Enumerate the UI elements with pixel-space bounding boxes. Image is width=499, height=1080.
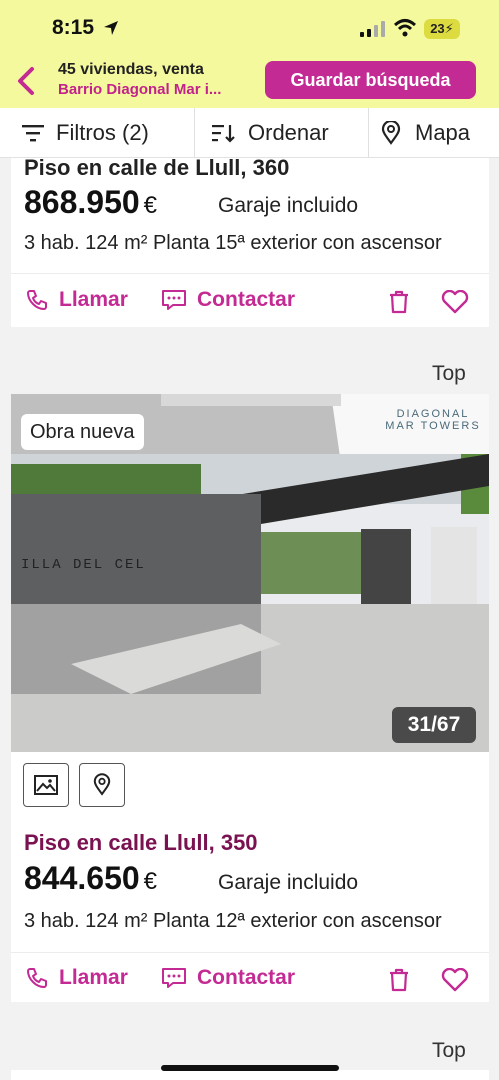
map-button[interactable]: Mapa [381, 108, 470, 158]
building-sign: ILLA DEL CEL [21, 557, 146, 573]
listing-card[interactable] [11, 1070, 489, 1080]
listing-specs: 3 hab. 124 m² Planta 15ª exterior con as… [24, 232, 442, 254]
map-pin-icon [93, 773, 111, 796]
sort-icon [212, 125, 235, 143]
phone-icon [27, 968, 47, 988]
order-label: Ordenar [248, 120, 329, 145]
currency-symbol: € [143, 192, 158, 219]
photos-button[interactable] [23, 763, 69, 807]
call-button[interactable]: Llamar [25, 966, 128, 990]
listing-photo[interactable]: ILLA DEL CEL DIAGONAL MAR TOWERS Obra nu… [11, 394, 489, 752]
chat-icon [162, 968, 186, 988]
filter-toolbar: Filtros (2) Ordenar Mapa [0, 108, 499, 158]
trash-icon[interactable] [388, 968, 410, 992]
garage-label: Garaje incluido [218, 871, 359, 894]
home-indicator [161, 1065, 339, 1071]
location-button[interactable] [79, 763, 125, 807]
listing-specs: 3 hab. 124 m² Planta 12ª exterior con as… [24, 910, 442, 932]
listing-title[interactable]: Piso en calle Llull, 350 [24, 830, 258, 856]
phone-icon [27, 290, 47, 310]
price-value: 844.650 [24, 860, 140, 896]
toolbar-divider [368, 108, 369, 158]
chat-icon [162, 290, 186, 310]
listing-title[interactable]: Piso en calle de Llull, 360 [24, 155, 289, 181]
battery-level: 23 [430, 21, 445, 36]
image-icon [34, 775, 58, 795]
status-time: 8:15 [52, 16, 95, 39]
top-label: Top [432, 1039, 466, 1062]
call-label: Llamar [59, 966, 128, 989]
contact-label: Contactar [197, 966, 296, 989]
filters-button[interactable]: Filtros (2) [22, 108, 149, 158]
call-label: Llamar [59, 288, 128, 311]
listing-price: 844.650 € [24, 860, 157, 897]
wifi-icon [393, 19, 417, 37]
location-arrow-icon [104, 21, 118, 35]
call-button[interactable]: Llamar [25, 288, 128, 312]
toolbar-divider [194, 108, 195, 158]
top-label: Top [432, 362, 466, 385]
contact-label: Contactar [197, 288, 296, 311]
developer-logo: DIAGONAL MAR TOWERS [385, 408, 481, 432]
map-pin-icon [381, 121, 401, 145]
new-build-badge: Obra nueva [21, 414, 144, 450]
search-location: Barrio Diagonal Mar i... [58, 81, 222, 98]
heart-icon[interactable] [441, 968, 469, 992]
signal-icon [360, 21, 385, 37]
listing-card[interactable]: Piso en calle de Llull, 360 868.950 € Gar… [11, 155, 489, 327]
status-bar: 8:15 23⚡ [0, 0, 499, 58]
price-value: 868.950 [24, 184, 140, 220]
battery-icon: 23⚡ [424, 19, 460, 39]
back-chevron-icon[interactable] [12, 63, 42, 99]
currency-symbol: € [143, 868, 158, 895]
save-search-button[interactable]: Guardar búsqueda [265, 61, 476, 99]
card-divider [11, 273, 489, 274]
search-title: 45 viviendas, venta [58, 61, 204, 78]
photo-counter: 31/67 [392, 707, 476, 743]
search-header: 45 viviendas, venta Barrio Diagonal Mar … [0, 58, 499, 108]
filters-label: Filtros (2) [56, 120, 149, 145]
contact-button[interactable]: Contactar [161, 288, 295, 312]
heart-icon[interactable] [441, 290, 469, 314]
card-divider [11, 952, 489, 953]
garage-label: Garaje incluido [218, 194, 359, 217]
listing-price: 868.950 € [24, 184, 157, 221]
trash-icon[interactable] [388, 290, 410, 314]
contact-button[interactable]: Contactar [161, 966, 295, 990]
filter-icon [22, 125, 44, 142]
order-button[interactable]: Ordenar [212, 108, 329, 158]
map-label: Mapa [415, 120, 471, 145]
